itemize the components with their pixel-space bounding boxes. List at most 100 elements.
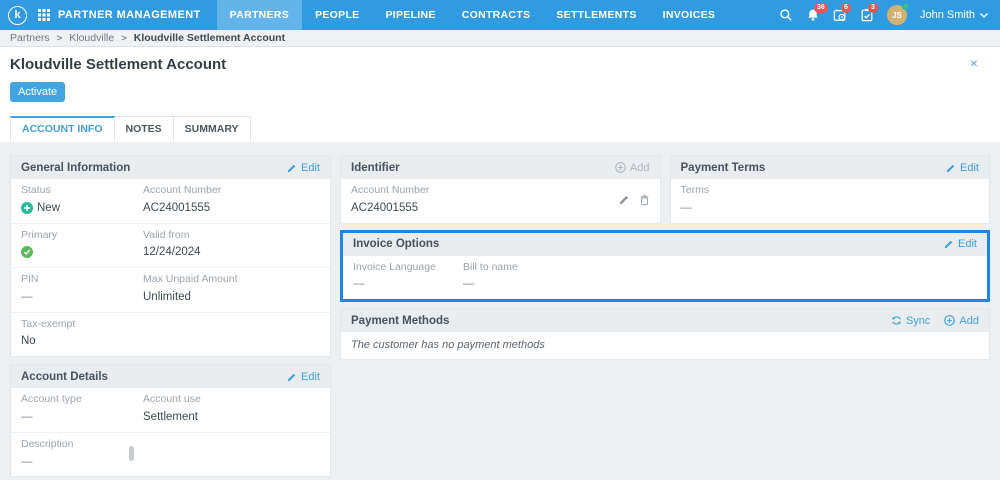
- account-details-card: Account Details Edit Account type — Acco…: [10, 364, 331, 478]
- user-avatar[interactable]: JS: [886, 3, 909, 25]
- top-navigation-bar: k PARTNER MANAGEMENT PARTNERS PEOPLE PIP…: [0, 0, 1000, 30]
- field-label: PIN: [21, 273, 39, 286]
- invoice-options-edit-button[interactable]: Edit: [944, 238, 977, 250]
- primary-nav: PARTNERS PEOPLE PIPELINE CONTRACTS SETTL…: [216, 0, 729, 30]
- nav-item-people[interactable]: PEOPLE: [302, 0, 372, 30]
- breadcrumb: Partners > Kloudville > Kloudville Settl…: [0, 30, 1000, 47]
- field-value: AC24001555: [143, 201, 211, 214]
- payment-methods-add-button[interactable]: Add: [944, 315, 979, 327]
- left-column: General Information Edit Status New Acco…: [10, 155, 331, 480]
- primary-check-icon: [21, 246, 33, 259]
- nav-item-pipeline[interactable]: PIPELINE: [372, 0, 448, 30]
- field-value: —: [21, 290, 33, 303]
- field-value: Unlimited: [143, 290, 191, 303]
- user-initials: JS: [892, 10, 902, 20]
- calendar-button[interactable]: 6: [833, 3, 851, 22]
- app-logo[interactable]: k: [8, 5, 27, 25]
- field-row: Primary Valid from 12/24/2024: [11, 222, 330, 268]
- identifier-edit-button[interactable]: [619, 194, 630, 205]
- field-label: Account type: [21, 393, 82, 406]
- identifier-card: Identifier Add Account Number AC24001555: [340, 155, 661, 224]
- field-row: PIN — Max Unpaid Amount Unlimited: [11, 267, 330, 312]
- field-value: 12/24/2024: [143, 246, 201, 259]
- close-icon[interactable]: ×: [970, 56, 978, 70]
- presence-dot: [901, 3, 909, 10]
- user-name-label: John Smith: [919, 9, 975, 21]
- tasks-badge: 3: [867, 3, 878, 13]
- field-label: Max Unpaid Amount: [143, 273, 238, 286]
- circle-plus-icon: [615, 162, 626, 173]
- field-label: Status: [21, 184, 51, 196]
- field-label: Bill to name: [463, 260, 518, 273]
- general-information-edit-button[interactable]: Edit: [287, 162, 320, 174]
- field-label: Invoice Language: [353, 260, 436, 273]
- identifier-add-button: Add: [615, 162, 650, 174]
- pencil-icon: [287, 373, 296, 382]
- payment-methods-empty-text: The customer has no payment methods: [351, 339, 545, 352]
- app-title: PARTNER MANAGEMENT: [58, 9, 201, 21]
- page-title: Kloudville Settlement Account: [10, 56, 227, 73]
- field-row: Account type — Account use Settlement: [11, 388, 330, 432]
- notifications-badge: 36: [813, 3, 828, 13]
- activate-button[interactable]: Activate: [10, 82, 66, 102]
- general-information-title: General Information: [21, 161, 131, 174]
- field-row: Description —: [11, 431, 330, 477]
- search-button[interactable]: [779, 8, 793, 22]
- app-logo-letter: k: [14, 9, 21, 21]
- invoice-options-card: Invoice Options Edit Invoice Language — …: [340, 229, 990, 303]
- tasks-button[interactable]: 3: [860, 3, 878, 22]
- chevron-down-icon: [980, 12, 988, 18]
- field-value: No: [21, 335, 36, 348]
- field-label: Primary: [21, 228, 58, 241]
- nav-item-contracts[interactable]: CONTRACTS: [449, 0, 544, 30]
- pencil-icon: [944, 240, 953, 249]
- tab-notes[interactable]: NOTES: [114, 116, 174, 142]
- field-label: Valid from: [143, 228, 190, 241]
- breadcrumb-partners[interactable]: Partners: [10, 32, 50, 44]
- pencil-icon: [619, 196, 628, 205]
- payment-terms-edit-button[interactable]: Edit: [946, 162, 979, 174]
- field-value: AC24001555: [351, 201, 419, 214]
- field-label: Account Number: [351, 184, 430, 196]
- field-value: —: [21, 410, 33, 423]
- field-value: New: [37, 201, 61, 214]
- identifier-delete-button[interactable]: [639, 194, 650, 206]
- status-new-icon: [21, 202, 33, 215]
- payment-methods-sync-button[interactable]: Sync: [891, 315, 930, 327]
- account-details-title: Account Details: [21, 370, 108, 383]
- apps-grid-icon[interactable]: [38, 9, 50, 21]
- field-value: —: [463, 278, 475, 291]
- nav-item-partners[interactable]: PARTNERS: [216, 0, 303, 30]
- field-label: Tax-exempt: [21, 317, 76, 330]
- payment-terms-row: Terms —: [671, 179, 990, 223]
- payment-terms-title: Payment Terms: [680, 161, 766, 174]
- identifier-title: Identifier: [351, 161, 400, 174]
- pencil-icon: [946, 164, 955, 172]
- field-value: —: [680, 201, 693, 214]
- identifier-row: Account Number AC24001555: [341, 179, 660, 223]
- nav-item-invoices[interactable]: INVOICES: [650, 0, 729, 30]
- nav-item-settlements[interactable]: SETTLEMENTS: [543, 0, 649, 30]
- invoice-options-row: Invoice Language — Bill to name —: [343, 256, 987, 300]
- tab-bar: ACCOUNT INFO NOTES SUMMARY: [10, 116, 990, 142]
- field-label: Account Number: [143, 184, 222, 196]
- trash-icon: [640, 194, 648, 205]
- field-label: Account use: [143, 393, 201, 406]
- tab-account-info[interactable]: ACCOUNT INFO: [10, 116, 115, 142]
- field-value: —: [21, 455, 33, 468]
- notifications-button[interactable]: 36: [806, 3, 828, 22]
- payment-methods-card: Payment Methods Sync Add The customer ha…: [340, 308, 990, 361]
- general-information-card: General Information Edit Status New Acco…: [10, 155, 331, 358]
- breadcrumb-kloudville[interactable]: Kloudville: [69, 32, 114, 44]
- payment-terms-card: Payment Terms Edit Terms —: [669, 155, 990, 224]
- field-label: Description: [21, 437, 74, 450]
- description-scrollbar-thumb[interactable]: [129, 445, 134, 461]
- field-row: Tax-exempt No: [11, 311, 330, 357]
- calendar-badge: 6: [840, 3, 851, 13]
- field-label: Terms: [680, 184, 710, 196]
- account-details-edit-button[interactable]: Edit: [287, 371, 320, 383]
- breadcrumb-separator: >: [121, 32, 127, 44]
- tab-summary[interactable]: SUMMARY: [173, 116, 251, 142]
- right-column: Identifier Add Account Number AC24001555…: [340, 155, 990, 361]
- user-menu[interactable]: John Smith: [920, 9, 988, 21]
